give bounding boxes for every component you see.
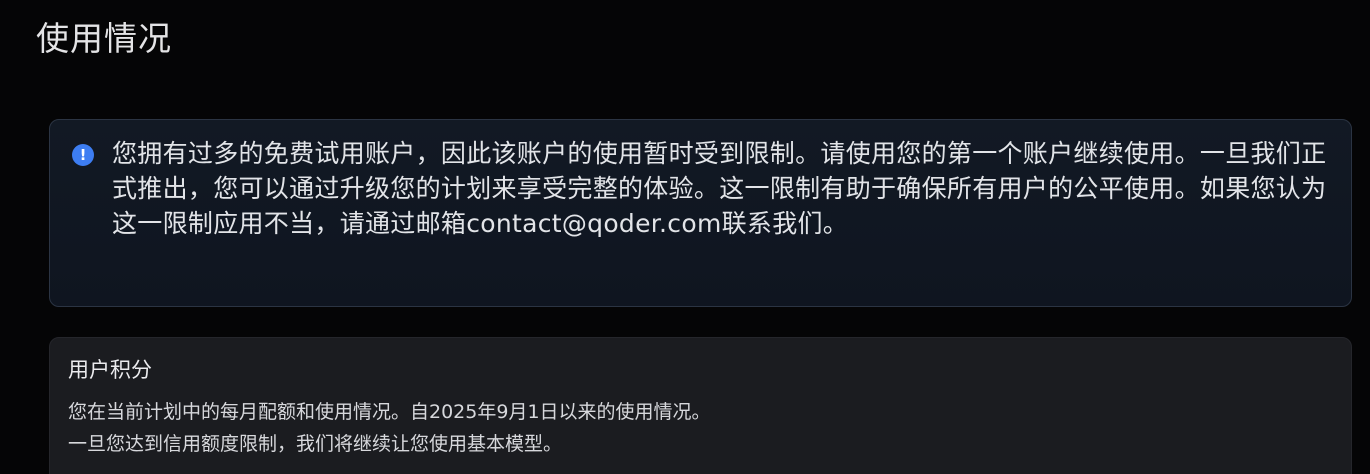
credits-description-line: 一旦您达到信用额度限制，我们将继续让您使用基本模型。 xyxy=(68,433,563,455)
info-icon: ! xyxy=(72,144,94,166)
alert-message: 您拥有过多的免费试用账户，因此该账户的使用暂时受到限制。请使用您的第一个账户继续… xyxy=(112,139,1327,238)
user-credits-title: 用户积分 xyxy=(68,358,152,382)
credits-description-line: 您在当前计划中的每月配额和使用情况。自2025年9月1日以来的使用情况。 xyxy=(68,401,711,423)
user-credits-description: 您在当前计划中的每月配额和使用情况。自2025年9月1日以来的使用情况。 一旦您… xyxy=(68,396,711,460)
usage-page: 使用情况 ! 您拥有过多的免费试用账户，因此该账户的使用暂时受到限制。请使用您的… xyxy=(0,0,1370,474)
user-credits-card: 用户积分 您在当前计划中的每月配额和使用情况。自2025年9月1日以来的使用情况… xyxy=(49,337,1352,474)
page-title: 使用情况 xyxy=(36,19,172,58)
restriction-alert: ! 您拥有过多的免费试用账户，因此该账户的使用暂时受到限制。请使用您的第一个账户… xyxy=(49,119,1352,307)
